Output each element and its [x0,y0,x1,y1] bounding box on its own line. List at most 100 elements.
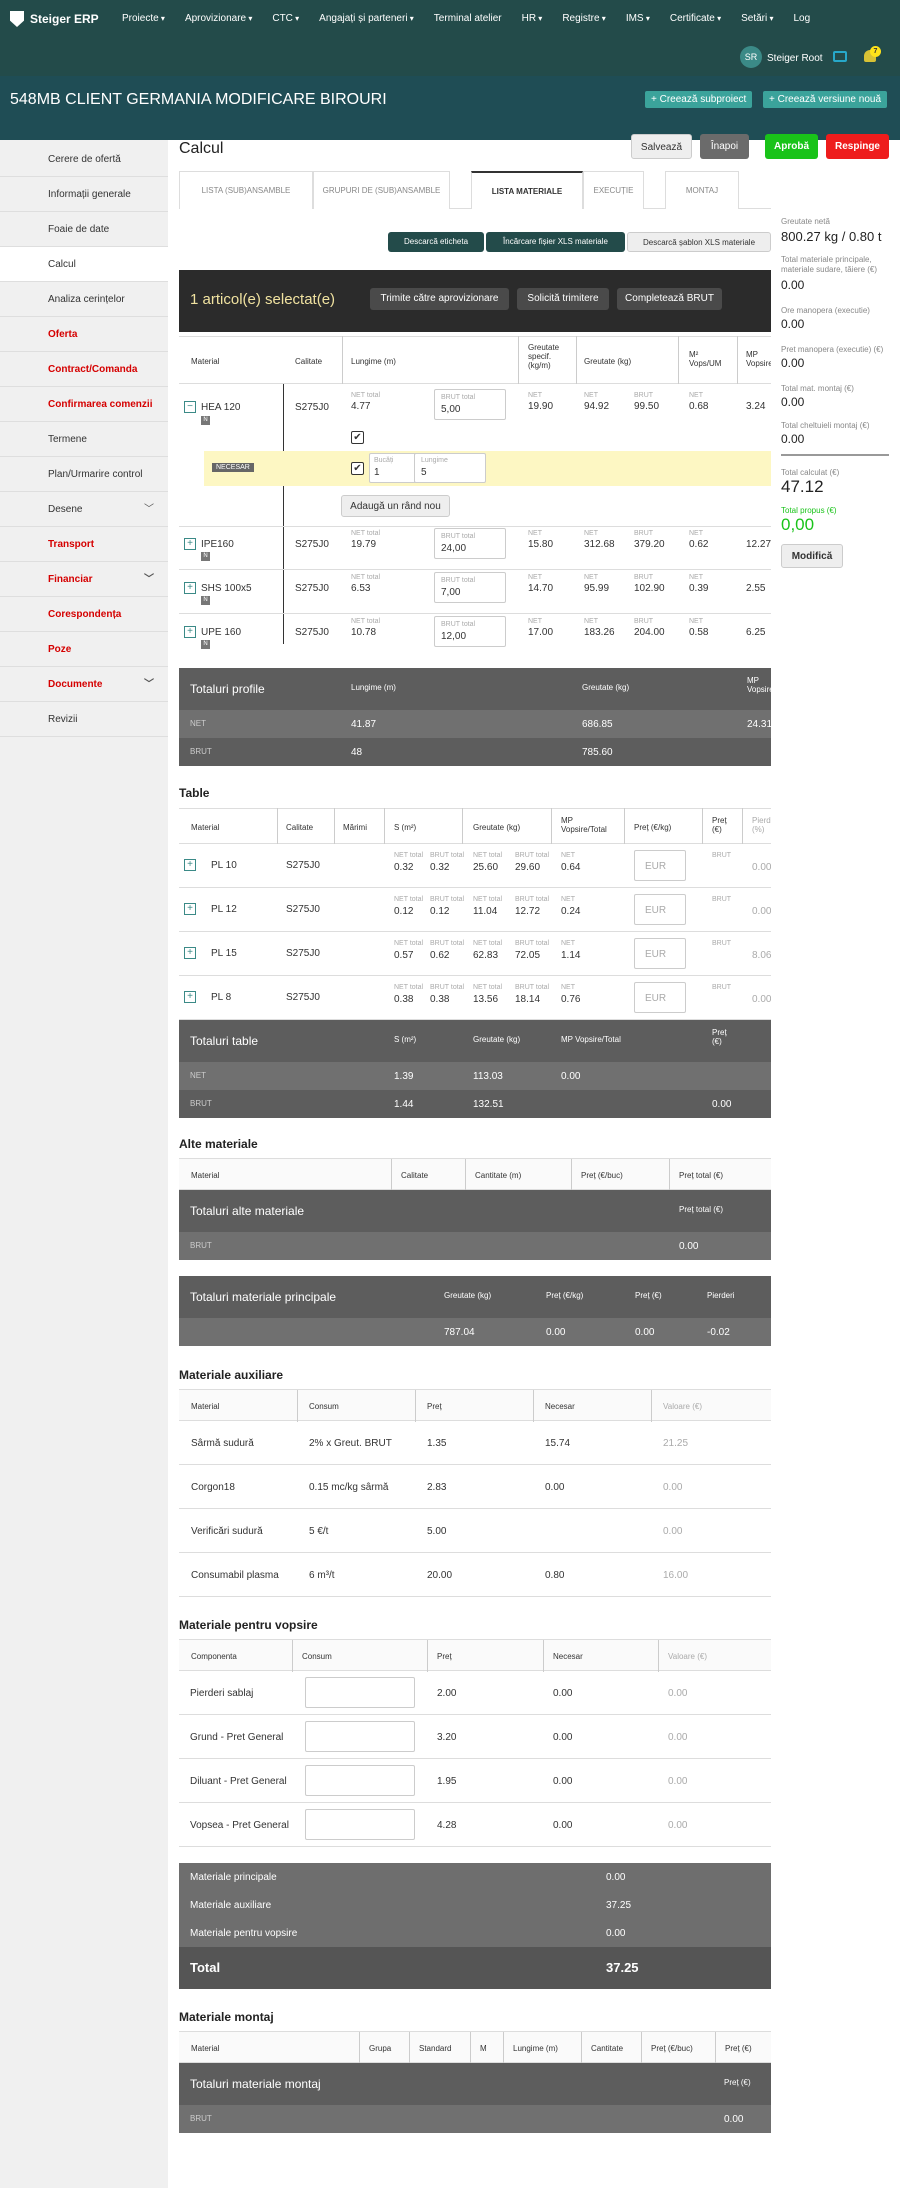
nav-log[interactable]: Log [793,13,810,24]
divider [781,454,889,456]
total-loss: -0.02 [707,1327,730,1338]
sidebar-item-cerere-oferta[interactable]: Cerere de ofertă [0,142,168,177]
length-brut-input[interactable]: BRUT total 7,00 [434,572,506,603]
download-label-button[interactable]: Descarcă eticheta [388,232,484,252]
sidebar-item-calcul[interactable]: Calcul [0,247,168,282]
back-button[interactable]: Înapoi [700,134,749,159]
expand-icon[interactable]: + [184,582,196,594]
label: NET [584,392,598,399]
create-version-button[interactable]: + Creează versiune nouă [763,91,888,108]
aux-cell: 16.00 [663,1570,689,1581]
expand-icon[interactable]: + [184,903,196,915]
sidebar-item-corespondenta[interactable]: Corespondența [0,597,168,632]
nav-ims[interactable]: IMS [626,13,650,24]
row-checkbox[interactable]: ✔ [351,431,364,444]
sidebar-item-foaie-date[interactable]: Foaie de date [0,212,168,247]
tab-lista-materiale[interactable]: LISTA MATERIALE [471,171,583,209]
aux-cell: 15.74 [545,1438,571,1449]
add-row-button[interactable]: Adaugă un rând nou [341,495,450,517]
consum-input[interactable] [305,1765,415,1796]
length-brut-input[interactable]: BRUT total 5,00 [434,389,506,420]
price-input[interactable]: EUR [634,850,686,881]
nav-proiecte[interactable]: Proiecte [122,13,165,24]
sidebar-item-desene[interactable]: Desene ﹀ [0,492,168,527]
price-input[interactable]: EUR [634,938,686,969]
label: BRUT total [430,896,465,903]
summary-label: Materiale principale [190,1872,277,1883]
material-name: IPE160 [201,539,234,550]
table-header: Material Consum Preț Necesar Valoare (€) [179,1389,771,1422]
necesar-checkbox[interactable]: ✔ [351,462,364,475]
sidebar-item-oferta[interactable]: Oferta [0,317,168,352]
collapse-icon[interactable]: − [184,401,196,413]
sidebar-item-transport[interactable]: Transport [0,527,168,562]
send-procurement-button[interactable]: Trimite către aprovizionare [370,288,509,310]
consum-input[interactable] [305,1721,415,1752]
nav-angajati[interactable]: Angajați și parteneri [319,13,414,24]
price-input[interactable]: EUR [634,894,686,925]
nav-aprovizionare[interactable]: Aprovizionare [185,13,252,24]
upload-xls-button[interactable]: Încărcare fișier XLS materiale [486,232,625,252]
nav-registre[interactable]: Registre [562,13,606,24]
length-brut-input[interactable]: BRUT total 24,00 [434,528,506,559]
expand-icon[interactable]: + [184,947,196,959]
m2-vops: 0.68 [689,401,709,412]
tab-lista-ansamble[interactable]: LISTA (SUB)ANSAMBLE [179,171,313,209]
assembly-cost-value: 0.00 [781,432,805,446]
complete-brut-button[interactable]: Completează BRUT [617,288,722,310]
sidebar-item-termene[interactable]: Termene [0,422,168,457]
user-name[interactable]: Steiger Root [767,53,823,64]
nav-ctc[interactable]: CTC [272,13,299,24]
expand-icon[interactable]: + [184,626,196,638]
sidebar-item-contract[interactable]: Contract/Comanda [0,352,168,387]
modify-button[interactable]: Modifică [781,544,843,568]
consum-input[interactable] [305,1809,415,1840]
app-name: Steiger ERP [30,12,99,26]
create-subproject-button[interactable]: + Creează subproiect [645,91,753,108]
col-greutate: Greutate (kg) [584,357,632,366]
approve-button[interactable]: Aprobă [765,134,818,159]
sidebar-item-financiar[interactable]: Financiar ﹀ [0,562,168,597]
length-brut-input[interactable]: BRUT total 12,00 [434,616,506,647]
sidebar-item-analiza[interactable]: Analiza cerințelor [0,282,168,317]
app-logo[interactable]: Steiger ERP [10,11,99,27]
bucati-input[interactable]: Bucăți 1 [369,453,419,483]
col-lungime: Lungime (m) [513,2044,558,2053]
col-pret-buc: Preț (€/buc) [651,2044,693,2053]
avatar[interactable]: SR [740,46,762,68]
col-material: Material [191,1402,220,1411]
sidebar-item-documente[interactable]: Documente ﹀ [0,667,168,702]
expand-icon[interactable]: + [184,991,196,1003]
request-shipment-button[interactable]: Solicită trimitere [517,288,609,310]
sidebar-item-revizii[interactable]: Revizii [0,702,168,737]
tab-montaj[interactable]: MONTAJ [665,171,739,209]
download-template-button[interactable]: Descarcă șablon XLS materiale [627,232,771,252]
expand-icon[interactable]: + [184,538,196,550]
tab-executie[interactable]: EXECUȚIE [583,171,644,209]
sidebar-item-poze[interactable]: Poze [0,632,168,667]
input-value: 12,00 [441,631,467,642]
label: NET [689,392,703,399]
nav-setari[interactable]: Setări [741,13,773,24]
price-input[interactable]: EUR [634,982,686,1013]
sidebar-item-informatii[interactable]: Informații generale [0,177,168,212]
table-header: Material Calitate Lungime (m) Greutate s… [179,336,771,384]
save-button[interactable]: Salvează [631,134,692,159]
label: NET [528,392,542,399]
chevron-down-icon: ﹀ [144,504,154,515]
tab-grupuri[interactable]: GRUPURI DE (SUB)ANSAMBLE [313,171,450,209]
nav-certificate[interactable]: Certificate [670,13,721,24]
sidebar-item-confirmarea[interactable]: Confirmarea comenzii [0,387,168,422]
lungime-input[interactable]: Lungime 5 [414,453,486,483]
nav-terminal[interactable]: Terminal atelier [434,13,502,24]
table-row: Consumabil plasma 6 m³/t 20.00 0.80 16.00 [179,1553,771,1597]
nav-hr[interactable]: HR [522,13,543,24]
weight-brut: 102.90 [634,583,665,594]
chat-icon[interactable] [833,51,847,62]
reject-button[interactable]: Respinge [826,134,889,159]
consum-input[interactable] [305,1677,415,1708]
expand-icon[interactable]: + [184,859,196,871]
section-title-paint: Materiale pentru vopsire [179,1618,318,1632]
table-row: Sârmă sudură 2% x Greut. BRUT 1.35 15.74 21.… [179,1421,771,1465]
sidebar-item-plan[interactable]: Plan/Urmarire control [0,457,168,492]
